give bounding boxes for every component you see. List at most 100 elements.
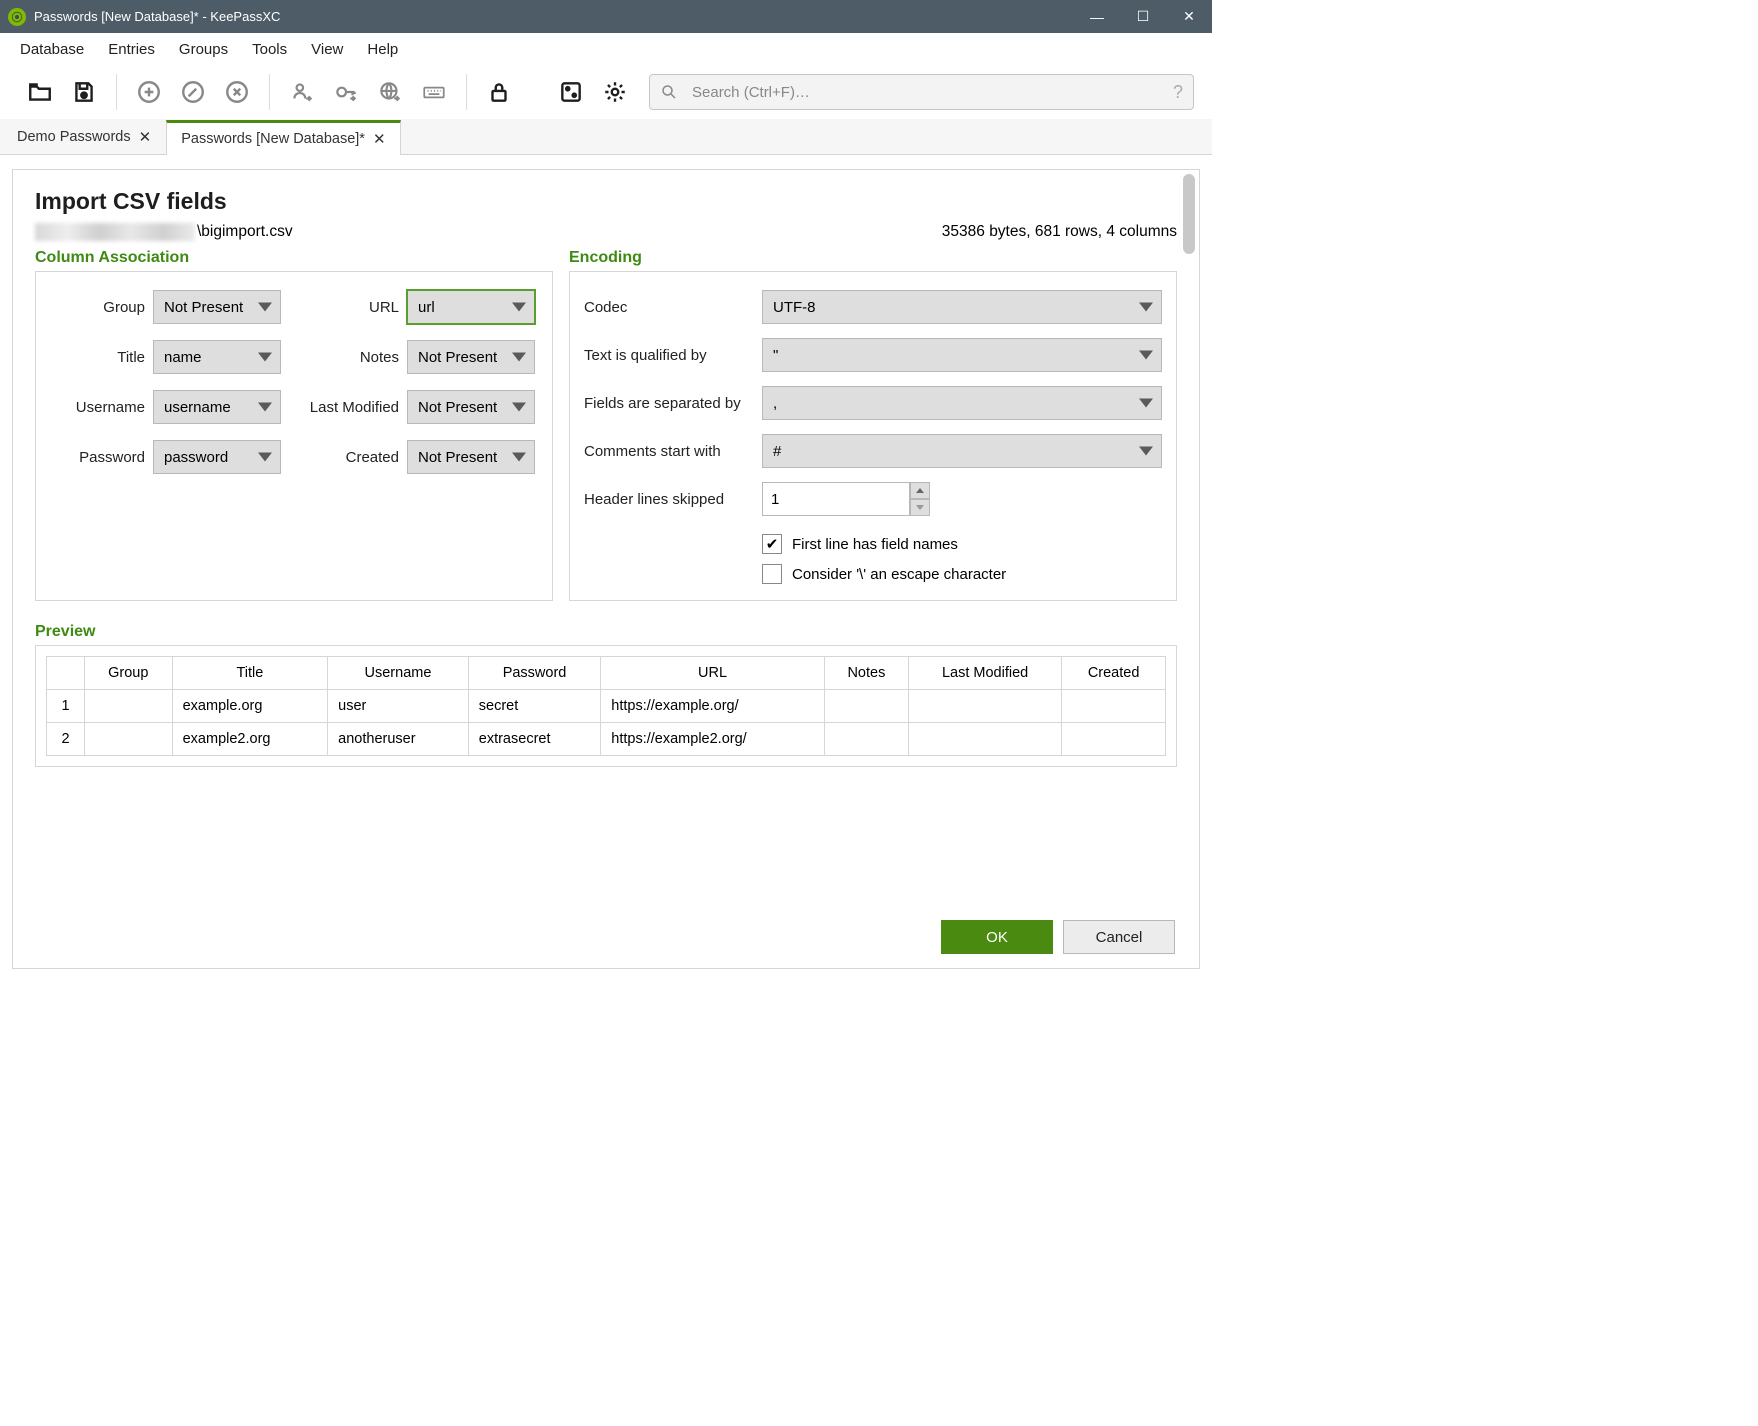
tab-demo-passwords[interactable]: Demo Passwords ✕ bbox=[2, 119, 166, 154]
headerskip-spinner[interactable] bbox=[910, 482, 930, 516]
import-filename: \bigimport.csv bbox=[197, 223, 293, 241]
search-icon bbox=[660, 83, 678, 101]
copy-username-icon[interactable] bbox=[280, 70, 324, 114]
table-row[interactable]: 1 example.org user secret https://exampl… bbox=[47, 690, 1166, 723]
close-icon[interactable]: ✕ bbox=[373, 130, 386, 148]
menu-database[interactable]: Database bbox=[8, 41, 96, 58]
headerskip-label: Header lines skipped bbox=[584, 491, 762, 508]
firstline-checkbox[interactable]: ✔ bbox=[762, 534, 782, 554]
chevron-down-icon bbox=[258, 453, 272, 462]
col-password[interactable]: Password bbox=[468, 657, 601, 690]
column-association-box: Group Not Present URL url Title name Not… bbox=[35, 271, 553, 601]
title-label: Title bbox=[50, 349, 145, 366]
col-created[interactable]: Created bbox=[1062, 657, 1166, 690]
menu-entries[interactable]: Entries bbox=[96, 41, 167, 58]
chevron-down-icon bbox=[258, 403, 272, 412]
copy-password-icon[interactable] bbox=[324, 70, 368, 114]
url-combo[interactable]: url bbox=[407, 290, 535, 324]
search-placeholder: Search (Ctrl+F)… bbox=[692, 84, 810, 101]
firstline-label: First line has field names bbox=[792, 536, 958, 553]
qualifier-combo[interactable]: " bbox=[762, 338, 1162, 372]
menu-help[interactable]: Help bbox=[355, 41, 410, 58]
password-generator-icon[interactable] bbox=[549, 70, 593, 114]
edit-entry-icon[interactable] bbox=[171, 70, 215, 114]
toolbar: Search (Ctrl+F)… ? bbox=[0, 65, 1212, 119]
comment-combo[interactable]: # bbox=[762, 434, 1162, 468]
preview-table: Group Title Username Password URL Notes … bbox=[46, 656, 1166, 756]
row-index: 1 bbox=[47, 690, 85, 723]
tab-label: Passwords [New Database]* bbox=[181, 131, 365, 147]
col-url[interactable]: URL bbox=[601, 657, 825, 690]
window-title: Passwords [New Database]* - KeePassXC bbox=[34, 9, 280, 24]
chevron-down-icon bbox=[512, 453, 526, 462]
search-box[interactable]: Search (Ctrl+F)… ? bbox=[649, 74, 1194, 110]
import-csv-panel: Import CSV fields \bigimport.csv 35386 b… bbox=[12, 169, 1200, 969]
lastmodified-label: Last Modified bbox=[289, 399, 399, 416]
spin-up-icon[interactable] bbox=[910, 482, 930, 499]
chevron-down-icon bbox=[1139, 351, 1153, 360]
col-group[interactable]: Group bbox=[85, 657, 173, 690]
col-notes[interactable]: Notes bbox=[824, 657, 908, 690]
delete-entry-icon[interactable] bbox=[215, 70, 259, 114]
password-combo[interactable]: password bbox=[153, 440, 281, 474]
search-help-icon[interactable]: ? bbox=[1173, 82, 1183, 103]
scrollbar[interactable] bbox=[1183, 174, 1195, 964]
username-combo[interactable]: username bbox=[153, 390, 281, 424]
chevron-down-icon bbox=[512, 353, 526, 362]
autotype-icon[interactable] bbox=[412, 70, 456, 114]
page-title: Import CSV fields bbox=[35, 188, 1177, 215]
separator-combo[interactable]: , bbox=[762, 386, 1162, 420]
col-title[interactable]: Title bbox=[172, 657, 328, 690]
col-username[interactable]: Username bbox=[328, 657, 469, 690]
url-label: URL bbox=[289, 299, 399, 316]
chevron-down-icon bbox=[1139, 399, 1153, 408]
notes-combo[interactable]: Not Present bbox=[407, 340, 535, 374]
col-lastmodified[interactable]: Last Modified bbox=[908, 657, 1061, 690]
new-entry-icon[interactable] bbox=[127, 70, 171, 114]
window-minimize-button[interactable]: — bbox=[1074, 0, 1120, 33]
encoding-title: Encoding bbox=[569, 249, 1177, 267]
title-combo[interactable]: name bbox=[153, 340, 281, 374]
row-index: 2 bbox=[47, 723, 85, 756]
preview-title: Preview bbox=[35, 623, 1177, 641]
tab-passwords-new[interactable]: Passwords [New Database]* ✕ bbox=[166, 120, 400, 155]
escape-checkbox[interactable] bbox=[762, 564, 782, 584]
column-association-title: Column Association bbox=[35, 249, 553, 267]
chevron-down-icon bbox=[512, 403, 526, 412]
encoding-box: Codec UTF-8 Text is qualified by " Field… bbox=[569, 271, 1177, 601]
window-close-button[interactable]: ✕ bbox=[1166, 0, 1212, 33]
created-combo[interactable]: Not Present bbox=[407, 440, 535, 474]
save-database-icon[interactable] bbox=[62, 70, 106, 114]
app-logo-icon: ⦿ bbox=[8, 8, 26, 26]
table-row[interactable]: 2 example2.org anotheruser extrasecret h… bbox=[47, 723, 1166, 756]
open-database-icon[interactable] bbox=[18, 70, 62, 114]
lock-database-icon[interactable] bbox=[477, 70, 521, 114]
lastmodified-combo[interactable]: Not Present bbox=[407, 390, 535, 424]
menu-groups[interactable]: Groups bbox=[167, 41, 240, 58]
created-label: Created bbox=[289, 449, 399, 466]
cancel-button[interactable]: Cancel bbox=[1063, 920, 1175, 954]
copy-url-icon[interactable] bbox=[368, 70, 412, 114]
preview-header-row: Group Title Username Password URL Notes … bbox=[47, 657, 1166, 690]
password-label: Password bbox=[50, 449, 145, 466]
separator-label: Fields are separated by bbox=[584, 395, 762, 412]
notes-label: Notes bbox=[289, 349, 399, 366]
menu-view[interactable]: View bbox=[299, 41, 355, 58]
escape-label: Consider '\' an escape character bbox=[792, 566, 1006, 583]
titlebar: ⦿ Passwords [New Database]* - KeePassXC … bbox=[0, 0, 1212, 33]
menu-tools[interactable]: Tools bbox=[240, 41, 299, 58]
import-stats: 35386 bytes, 681 rows, 4 columns bbox=[942, 223, 1177, 241]
database-tabbar: Demo Passwords ✕ Passwords [New Database… bbox=[0, 119, 1212, 155]
ok-button[interactable]: OK bbox=[941, 920, 1053, 954]
menubar: Database Entries Groups Tools View Help bbox=[0, 33, 1212, 65]
settings-icon[interactable] bbox=[593, 70, 637, 114]
window-maximize-button[interactable]: ☐ bbox=[1120, 0, 1166, 33]
close-icon[interactable]: ✕ bbox=[139, 128, 152, 146]
spin-down-icon[interactable] bbox=[910, 499, 930, 516]
codec-combo[interactable]: UTF-8 bbox=[762, 290, 1162, 324]
group-combo[interactable]: Not Present bbox=[153, 290, 281, 324]
comment-label: Comments start with bbox=[584, 443, 762, 460]
qualifier-label: Text is qualified by bbox=[584, 347, 762, 364]
headerskip-input[interactable] bbox=[762, 482, 910, 516]
username-label: Username bbox=[50, 399, 145, 416]
